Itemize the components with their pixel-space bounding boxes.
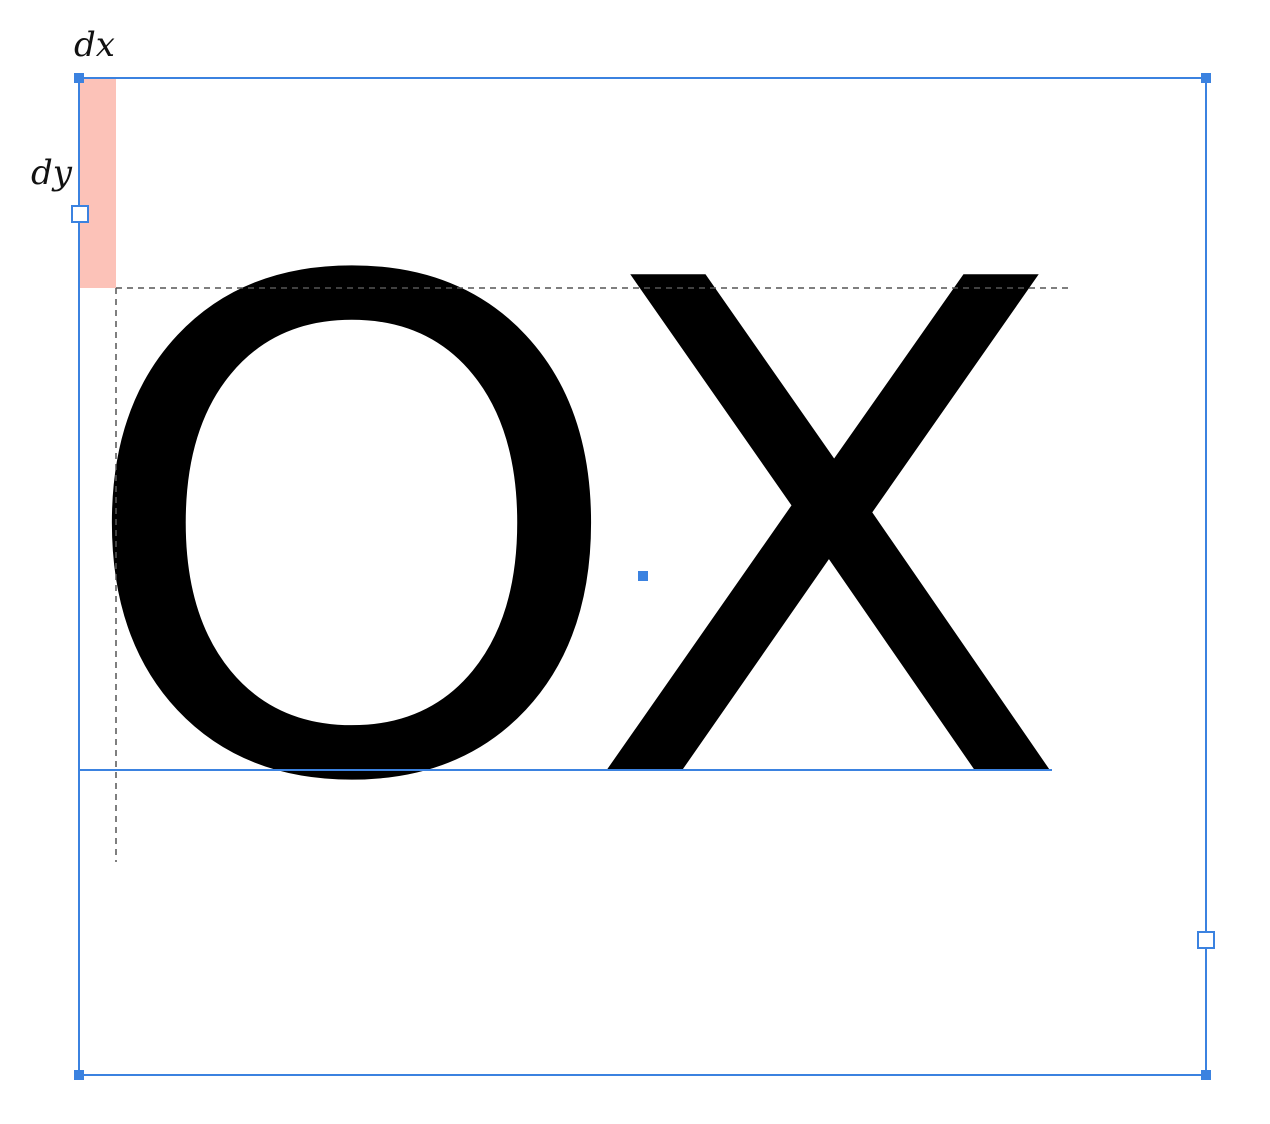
- mid-handle-right[interactable]: [1197, 931, 1215, 949]
- diagram-canvas: OX dx dy: [31, 25, 1215, 1080]
- sample-text: OX: [72, 140, 1072, 931]
- dx-label: dx: [74, 25, 115, 65]
- dy-label: dy: [31, 153, 73, 193]
- corner-handle-bottom-right[interactable]: [1201, 1070, 1211, 1080]
- corner-handle-top-right[interactable]: [1201, 73, 1211, 83]
- corner-handle-bottom-left[interactable]: [74, 1070, 84, 1080]
- mid-handle-left[interactable]: [71, 205, 89, 223]
- corner-handle-top-left[interactable]: [74, 73, 84, 83]
- center-point-icon[interactable]: [638, 571, 648, 581]
